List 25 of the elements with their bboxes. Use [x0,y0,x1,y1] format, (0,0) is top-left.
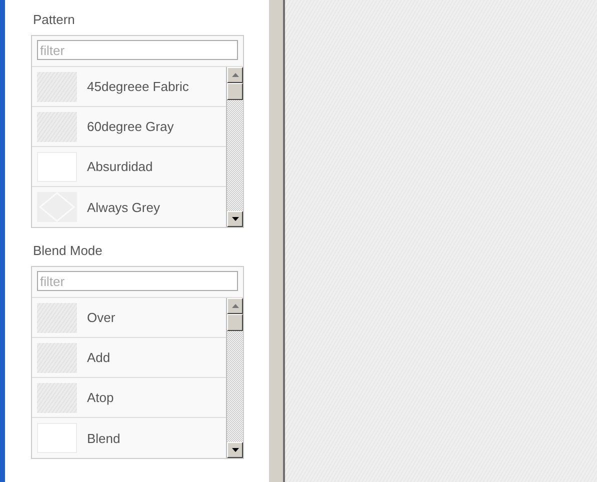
up-arrow-icon [232,304,238,308]
list-item[interactable]: Atop [32,378,226,418]
list-item[interactable]: 45degreee Fabric [32,67,226,107]
scrollbar[interactable] [226,298,243,458]
list-item[interactable]: 60degree Gray [32,107,226,147]
scroll-thumb[interactable] [227,314,243,331]
down-arrow-icon [232,448,238,452]
scroll-up-button[interactable] [227,67,243,83]
list-item[interactable]: Blend [32,418,226,458]
scroll-down-button[interactable] [227,442,243,458]
section-label: Blend Mode [33,243,102,259]
scrollbar[interactable] [226,67,243,227]
scroll-up-button[interactable] [227,298,243,314]
up-arrow-icon [232,73,238,77]
scroll-thumb[interactable] [227,83,243,100]
list-item[interactable]: Add [32,338,226,378]
splitter-bar[interactable] [269,0,285,482]
filter-field[interactable]: filter [37,40,238,60]
list-item[interactable]: Over [32,298,226,338]
scroll-down-button[interactable] [227,211,243,227]
list-item[interactable]: Always Grey [32,187,226,227]
list-item[interactable]: Absurdidad [32,147,226,187]
down-arrow-icon [232,217,238,221]
section-label: Pattern [33,12,75,28]
filter-field[interactable]: filter [37,271,238,291]
